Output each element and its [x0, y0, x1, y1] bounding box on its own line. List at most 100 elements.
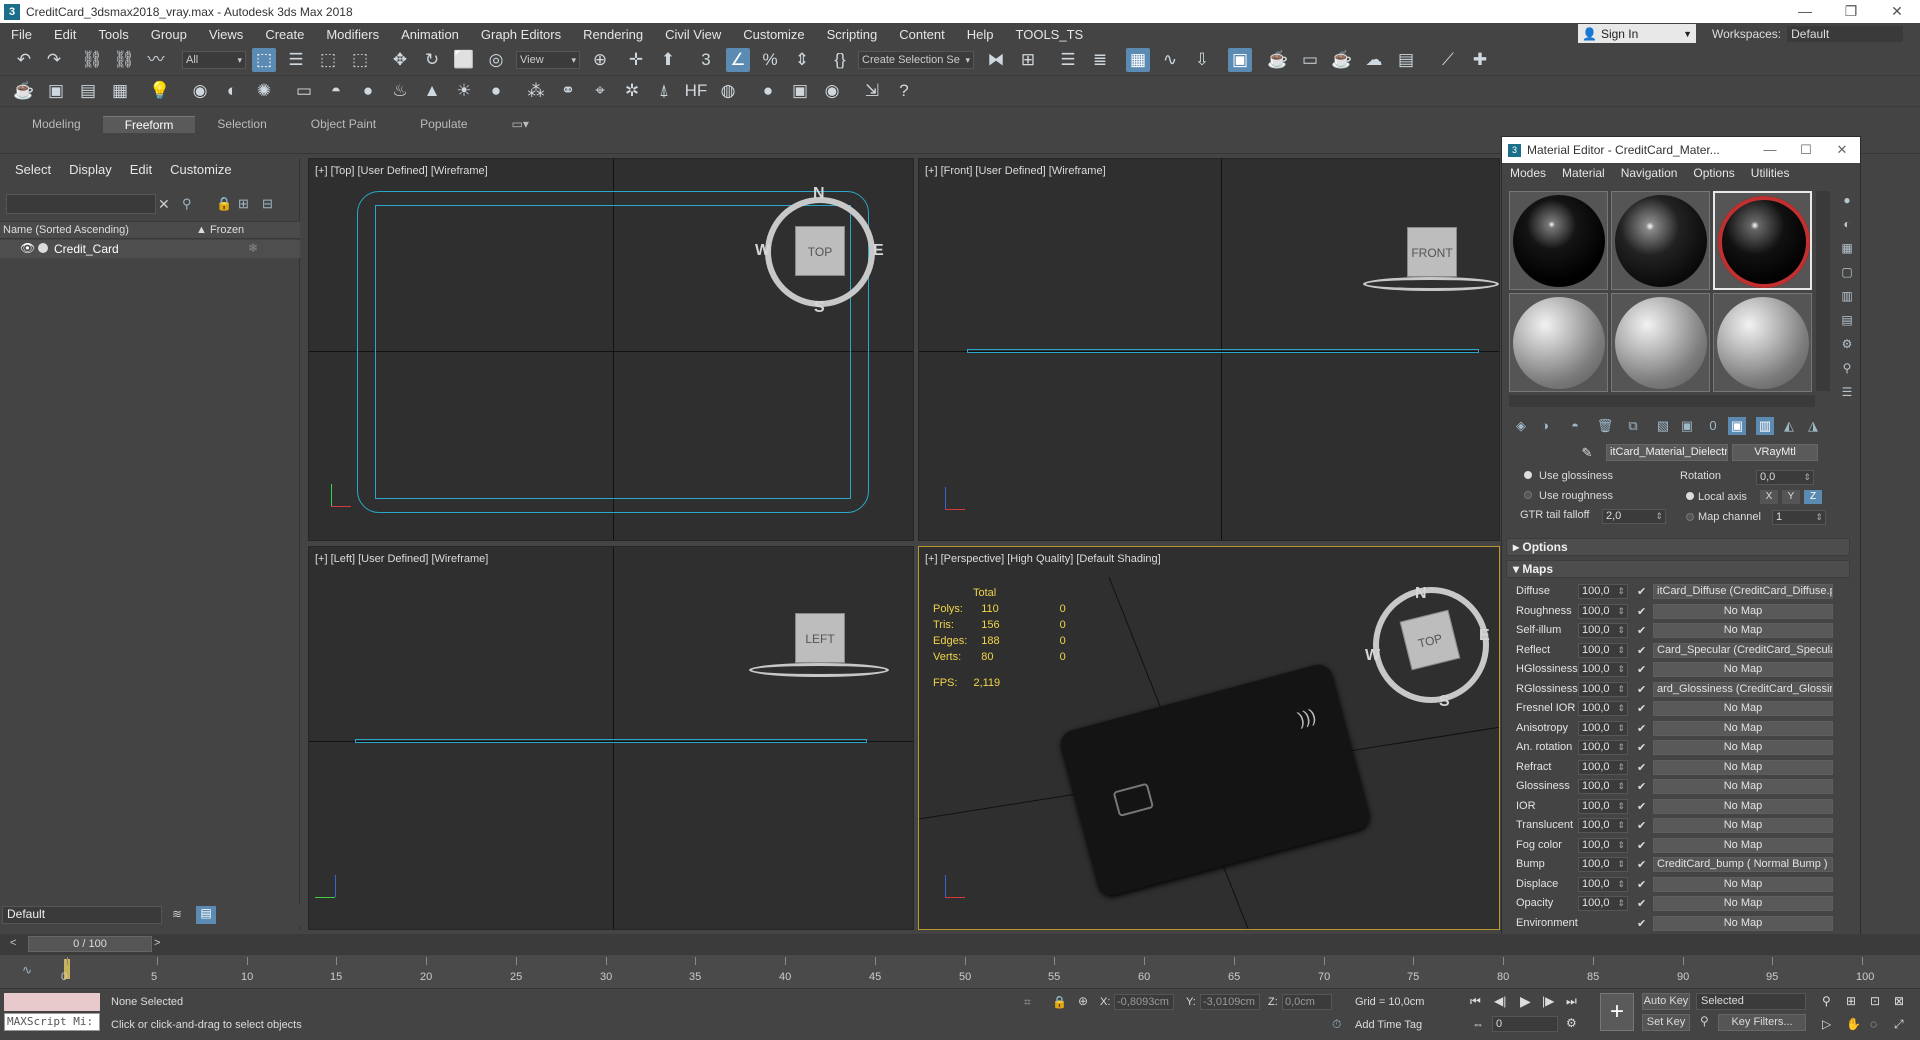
map-enable-checkbox[interactable]: ✔	[1637, 897, 1646, 910]
material-editor-titlebar[interactable]: 3 Material Editor - CreditCard_Mater... …	[1502, 137, 1860, 163]
map-slot-button[interactable]: No Map	[1653, 760, 1833, 775]
se-menu-display[interactable]: Display	[60, 162, 121, 177]
selection-filter-dropdown[interactable]: All	[182, 51, 246, 69]
rollout-maps[interactable]: ▾ Maps	[1506, 560, 1850, 578]
uv-tiling-icon[interactable]: ▢	[1838, 263, 1856, 281]
scale-icon[interactable]: ⬜	[452, 48, 476, 72]
map-slot-button[interactable]: No Map	[1653, 662, 1833, 677]
viewport-label[interactable]: [+] [Top] [User Defined] [Wireframe]	[315, 165, 488, 177]
curve-editor-mini-icon[interactable]: ∿	[22, 963, 32, 977]
map-amount-spinner[interactable]: 100,0	[1578, 799, 1628, 814]
x-coord-field[interactable]: -0,8093cm	[1114, 994, 1174, 1010]
add-time-tag-button[interactable]: Add Time Tag	[1355, 1019, 1422, 1031]
material-editor-icon[interactable]: ▣	[1228, 48, 1252, 72]
map-enable-checkbox[interactable]: ✔	[1637, 878, 1646, 891]
ribbon-toggle-icon[interactable]: ▦	[1126, 48, 1150, 72]
viewcube[interactable]: LEFT	[795, 613, 845, 663]
axis-x-button[interactable]: X	[1760, 490, 1778, 504]
go-to-parent-icon[interactable]: ◭	[1780, 417, 1798, 435]
ribbon-options-icon[interactable]: ▭▾	[490, 116, 551, 132]
sample-slot-4[interactable]	[1509, 293, 1608, 392]
sample-slot-2[interactable]	[1611, 191, 1710, 290]
put-to-library-icon[interactable]: ▧	[1654, 417, 1672, 435]
map-amount-spinner[interactable]: 100,0	[1578, 604, 1628, 619]
menu-modifiers[interactable]: Modifiers	[315, 27, 390, 42]
menu-tools[interactable]: Tools	[87, 27, 139, 42]
auto-key-button[interactable]: Auto Key	[1642, 993, 1690, 1010]
layer-dropdown[interactable]: Default	[2, 906, 162, 924]
map-amount-spinner[interactable]: 100,0	[1578, 818, 1628, 833]
map-slot-button[interactable]: No Map	[1653, 721, 1833, 736]
reset-map-icon[interactable]: 🗑	[1596, 417, 1614, 435]
ref-coord-dropdown[interactable]: View	[516, 51, 580, 69]
vray-fur-icon[interactable]: ⚭	[556, 79, 580, 103]
map-channel-spinner[interactable]: 1	[1772, 510, 1826, 525]
layer-sort-icon[interactable]: ⊟	[262, 196, 273, 212]
se-search-input[interactable]	[6, 194, 156, 214]
link-icon[interactable]: ⛓	[80, 48, 104, 72]
select-object-icon[interactable]: ⬚	[252, 48, 276, 72]
field-of-view-icon[interactable]: ▷	[1822, 1017, 1831, 1031]
menu-customize[interactable]: Customize	[732, 27, 815, 42]
video-color-icon[interactable]: ▥	[1838, 287, 1856, 305]
restore-icon[interactable]: ❐	[1828, 3, 1874, 20]
axis-y-button[interactable]: Y	[1782, 490, 1800, 504]
tab-selection[interactable]: Selection	[195, 116, 288, 132]
map-slot-button[interactable]: No Map	[1653, 877, 1833, 892]
map-amount-spinner[interactable]: 100,0	[1578, 877, 1628, 892]
map-slot-button[interactable]: No Map	[1653, 701, 1833, 716]
angle-snap-icon[interactable]: ∠	[726, 48, 750, 72]
sample-slot-5[interactable]	[1611, 293, 1710, 392]
map-enable-checkbox[interactable]: ✔	[1637, 702, 1646, 715]
use-glossiness-radio[interactable]	[1524, 471, 1532, 479]
menu-file[interactable]: File	[0, 27, 43, 42]
align-icon[interactable]: ⊞	[1016, 48, 1040, 72]
keyboard-shortcut-icon[interactable]: ⬆	[656, 48, 680, 72]
ambient-icon[interactable]: ●	[484, 79, 508, 103]
viewcube[interactable]: TOP	[795, 226, 845, 276]
next-key-icon[interactable]: |▶	[1542, 994, 1554, 1008]
redo-icon[interactable]: ↷	[42, 48, 66, 72]
next-frame-icon[interactable]: >	[154, 937, 160, 949]
render-gallery-icon[interactable]: ▤	[1394, 48, 1418, 72]
se-menu-edit[interactable]: Edit	[121, 162, 161, 177]
sun-icon[interactable]: ☀	[452, 79, 476, 103]
me-minimize-icon[interactable]: —	[1752, 142, 1788, 158]
map-slot-button[interactable]: itCard_Diffuse (CreditCard_Diffuse.p	[1653, 584, 1833, 599]
viewport-top[interactable]: [+] [Top] [User Defined] [Wireframe] TOP…	[308, 158, 914, 541]
time-slider-thumb[interactable]: 0 / 100	[28, 936, 152, 952]
map-enable-checkbox[interactable]: ✔	[1637, 722, 1646, 735]
se-menu-select[interactable]: Select	[6, 162, 60, 177]
rotation-spinner[interactable]: 0,0	[1756, 470, 1814, 485]
make-preview-icon[interactable]: ▤	[1838, 311, 1856, 329]
map-slot-button[interactable]: No Map	[1653, 799, 1833, 814]
map-enable-checkbox[interactable]: ✔	[1637, 761, 1646, 774]
render-cloud-icon[interactable]: ☁	[1362, 48, 1386, 72]
bind-space-warp-icon[interactable]: 〰	[144, 48, 168, 72]
eye-icon[interactable]: 👁	[20, 241, 35, 255]
background-icon[interactable]: ▦	[1838, 239, 1856, 257]
map-amount-spinner[interactable]: 100,0	[1578, 740, 1628, 755]
column-frozen[interactable]: ▲ Frozen	[196, 224, 244, 236]
menu-help[interactable]: Help	[956, 27, 1005, 42]
current-frame-field[interactable]: 0	[1492, 1016, 1558, 1032]
map-enable-checkbox[interactable]: ✔	[1637, 624, 1646, 637]
gtr-tail-falloff-spinner[interactable]: 2,0	[1602, 509, 1666, 524]
use-roughness-radio[interactable]	[1524, 491, 1532, 499]
options-icon[interactable]: ⚙	[1838, 335, 1856, 353]
map-slot-button[interactable]: No Map	[1653, 838, 1833, 853]
zoom-extents-all-icon[interactable]: ⊠	[1894, 994, 1904, 1008]
sign-in-button[interactable]: 👤 Sign In ▼	[1578, 24, 1696, 43]
pick-material-icon[interactable]: ✎	[1578, 444, 1596, 462]
tab-populate[interactable]: Populate	[398, 116, 489, 132]
hierarchy-icon[interactable]: ⊞	[238, 196, 249, 212]
rollout-options[interactable]: ▸ Options	[1506, 538, 1850, 556]
map-slot-button[interactable]: ard_Glossiness (CreditCard_Glossines	[1653, 682, 1833, 697]
map-slot-button[interactable]: No Map	[1653, 896, 1833, 911]
close-icon[interactable]: ✕	[1874, 3, 1920, 20]
sample-type-icon[interactable]: ●	[1838, 191, 1856, 209]
select-by-material-icon[interactable]: ⚲	[1838, 359, 1856, 377]
se-menu-customize[interactable]: Customize	[161, 162, 240, 177]
menu-graph-editors[interactable]: Graph Editors	[470, 27, 572, 42]
move-icon[interactable]: ✥	[388, 48, 412, 72]
